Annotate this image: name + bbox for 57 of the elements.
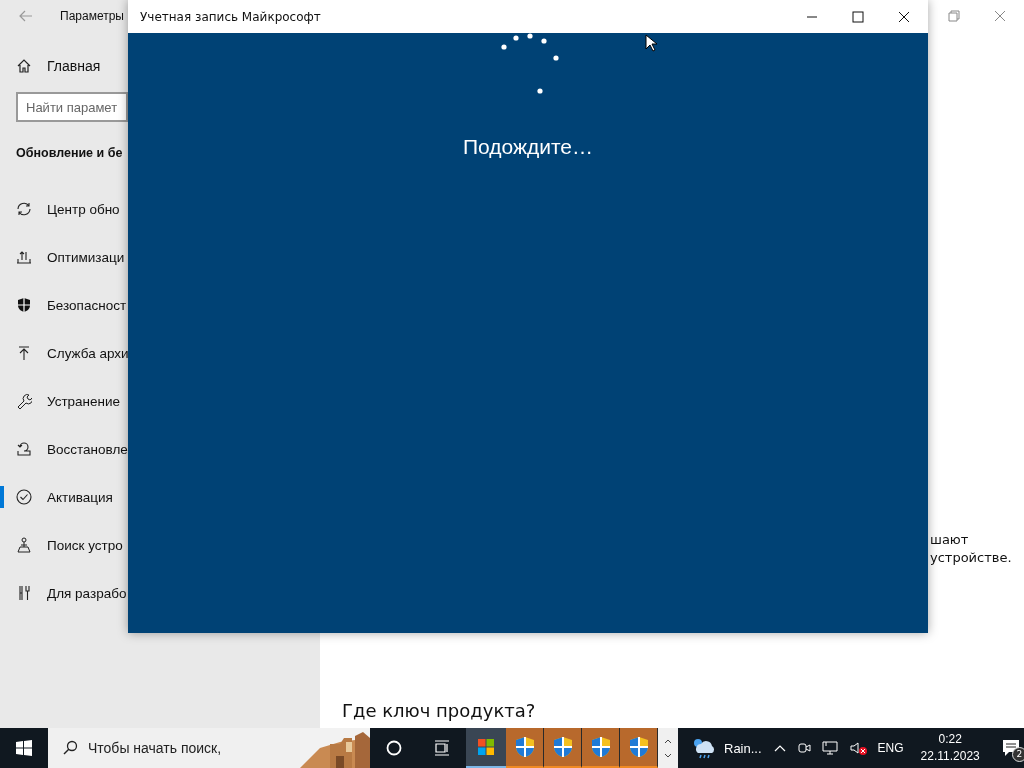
speaker-muted-icon[interactable] (848, 740, 867, 756)
window-title: Параметры (60, 9, 124, 23)
shield-app-button[interactable] (582, 728, 620, 768)
section-title: Обновление и бе (16, 146, 123, 160)
chevron-up-icon (664, 738, 672, 744)
sidebar-item[interactable]: Оптимизаци (0, 246, 125, 268)
shield-icon (514, 736, 535, 758)
person-pin-icon (16, 537, 32, 553)
store-app-button[interactable] (466, 728, 506, 768)
restore-icon (16, 441, 32, 457)
sidebar-item[interactable]: Центр обно (0, 198, 120, 220)
sidebar-item[interactable]: Служба архи (0, 342, 129, 364)
upload-tray-icon (16, 249, 32, 265)
dialog-title: Учетная запись Майкрософт (140, 9, 321, 24)
body-text: устройстве. (930, 549, 1012, 567)
sync-icon (16, 201, 32, 217)
check-circle-icon (16, 489, 32, 505)
wait-message: Подождите… (461, 135, 595, 159)
shield-app-button[interactable] (506, 728, 544, 768)
search-input[interactable]: Чтобы начать поиск, (88, 738, 290, 758)
rain-cloud-icon (692, 737, 716, 759)
camera-icon[interactable] (796, 740, 811, 756)
clock[interactable]: 0:22 22.11.2023 (914, 731, 986, 765)
shield-icon (552, 736, 573, 758)
maximize-icon[interactable] (852, 10, 864, 23)
home-icon (16, 58, 32, 74)
store-icon (478, 739, 494, 755)
search-field[interactable]: Найти парамет (16, 92, 128, 122)
notifications-button[interactable]: 2 (996, 734, 1024, 762)
tools-icon (16, 585, 32, 601)
chevron-down-icon (664, 752, 672, 758)
search-icon (62, 740, 78, 756)
sidebar-item[interactable]: Восстановле (0, 438, 128, 460)
sidebar-item[interactable]: Поиск устро (0, 534, 123, 556)
upload-arrow-icon (16, 345, 32, 361)
network-icon[interactable] (821, 740, 838, 756)
body-text: шают (930, 531, 970, 549)
sidebar-item[interactable]: Активация (0, 486, 113, 508)
shield-app-button[interactable] (620, 728, 658, 768)
shield-icon (590, 736, 611, 758)
shield-app-button[interactable] (544, 728, 582, 768)
task-view-icon (434, 740, 450, 756)
close-icon[interactable] (898, 10, 910, 23)
taskbar-search-field[interactable]: Чтобы начать поиск, (48, 728, 370, 768)
home-link[interactable]: Главная (16, 58, 101, 74)
chevron-up-icon[interactable] (773, 744, 786, 752)
section-heading: Где ключ продукта? (342, 700, 536, 721)
circle-icon (386, 740, 402, 756)
weather-widget[interactable]: Rain... (680, 728, 774, 768)
windows-logo-icon (16, 740, 32, 756)
shield-icon (628, 736, 649, 758)
sidebar-item[interactable]: Для разрабо (0, 582, 127, 604)
sidebar-item[interactable]: Устранение (0, 390, 121, 412)
wrench-icon (16, 393, 32, 409)
language-indicator[interactable]: ENG (877, 741, 904, 755)
shield-icon (16, 297, 32, 313)
sidebar-item[interactable]: Безопасност (0, 294, 127, 316)
